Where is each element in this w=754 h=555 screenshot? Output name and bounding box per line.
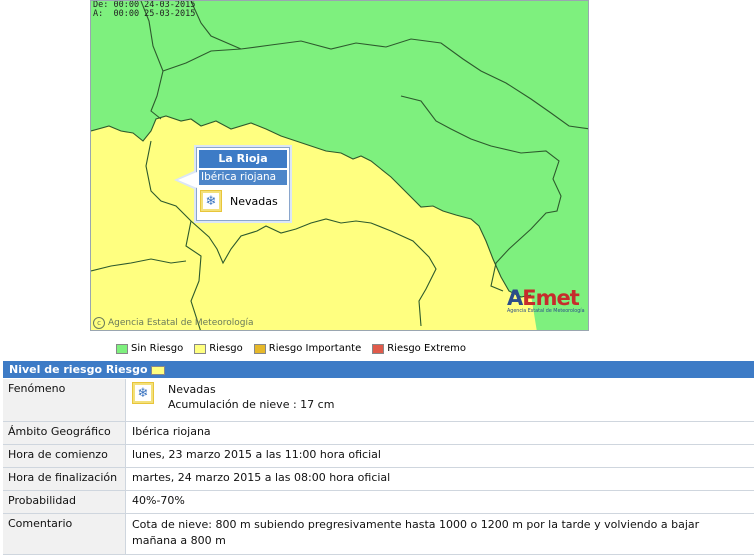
risk-level-swatch xyxy=(150,365,165,375)
legend-label: Sin Riesgo xyxy=(131,343,184,354)
risk-level-title: Nivel de riesgo Riesgo xyxy=(9,363,148,376)
popup-region-title: La Rioja xyxy=(199,150,287,168)
value-finalizacion: martes, 24 marzo 2015 a las 08:00 hora o… xyxy=(132,471,391,484)
label-ambito: Ámbito Geográfico xyxy=(3,422,126,444)
date-to: A: 00:00 25-03-2015 xyxy=(93,9,196,19)
phenomenon-detail: Acumulación de nieve : 17 cm xyxy=(168,398,335,411)
label-comienzo: Hora de comienzo xyxy=(3,445,126,467)
value-comienzo: lunes, 23 marzo 2015 a las 11:00 hora of… xyxy=(132,448,381,461)
value-fenomeno: ❄ Nevadas Acumulación de nieve : 17 cm xyxy=(126,379,754,421)
legend-swatch xyxy=(253,343,266,354)
legend-label: Riesgo Importante xyxy=(268,343,362,354)
logo-letters-emet: Emet xyxy=(522,286,580,310)
comment-line-2: mañana a 800 m xyxy=(132,534,226,547)
validity-dates: De: 00:00 24-03-2015 A: 00:00 25-03-2015 xyxy=(93,1,195,19)
value-ambito: Ibérica riojana xyxy=(132,425,211,438)
legend-item-riesgo: Riesgo xyxy=(194,343,243,354)
legend-item-sin-riesgo: Sin Riesgo xyxy=(116,343,183,354)
snowflake-icon: ❄ xyxy=(132,382,154,404)
table-row: Probabilidad 40%-70% xyxy=(3,491,754,514)
region-map-svg xyxy=(91,1,588,330)
legend-item-riesgo-importante: Riesgo Importante xyxy=(253,343,362,354)
credit-label: Agencia Estatal de Meteorología xyxy=(108,318,254,328)
table-row: Hora de comienzo lunes, 23 marzo 2015 a … xyxy=(3,445,754,468)
warning-details-table: Fenómeno ❄ Nevadas Acumulación de nieve … xyxy=(3,379,754,555)
map-credit: c Agencia Estatal de Meteorología xyxy=(93,317,254,329)
risk-level-header: Nivel de riesgo Riesgo xyxy=(3,361,754,378)
copyright-icon: c xyxy=(93,317,105,329)
label-probabilidad: Probabilidad xyxy=(3,491,126,513)
legend-label: Riesgo xyxy=(209,343,243,354)
table-row: Fenómeno ❄ Nevadas Acumulación de nieve … xyxy=(3,379,754,422)
value-comentario: Cota de nieve: 800 m subiendo pregresiva… xyxy=(126,514,754,554)
legend-swatch xyxy=(194,343,207,354)
popup-phenomenon: Nevadas xyxy=(230,194,278,208)
legend-label: Riesgo Extremo xyxy=(387,343,467,354)
popup-pointer-inner xyxy=(178,172,197,188)
legend-swatch xyxy=(372,343,385,354)
label-fenomeno: Fenómeno xyxy=(3,379,126,421)
table-row: Comentario Cota de nieve: 800 m subiendo… xyxy=(3,514,754,555)
label-finalizacion: Hora de finalización xyxy=(3,468,126,490)
legend-swatch xyxy=(116,343,128,354)
popup-zone-name: Ibérica riojana xyxy=(199,170,287,185)
label-comentario: Comentario xyxy=(3,514,126,554)
logo-subtitle: Agencia Estatal de Meteorología xyxy=(507,309,585,314)
snowflake-icon: ❄ xyxy=(200,190,222,212)
region-popup[interactable]: La Rioja Ibérica riojana ❄ Nevadas xyxy=(196,147,290,221)
aemet-logo: AEmet Agencia Estatal de Meteorología xyxy=(507,287,587,329)
table-row: Ámbito Geográfico Ibérica riojana xyxy=(3,422,754,445)
comment-line-1: Cota de nieve: 800 m subiendo pregresiva… xyxy=(132,518,700,531)
phenomenon-name: Nevadas xyxy=(168,383,216,396)
legend-item-riesgo-extremo: Riesgo Extremo xyxy=(372,343,466,354)
logo-letter-a: A xyxy=(507,286,523,310)
risk-legend: Sin Riesgo Riesgo Riesgo Importante Ries… xyxy=(116,343,466,354)
value-probabilidad: 40%-70% xyxy=(132,494,185,507)
table-row: Hora de finalización martes, 24 marzo 20… xyxy=(3,468,754,491)
warning-map[interactable]: De: 00:00 24-03-2015 A: 00:00 25-03-2015 … xyxy=(90,0,589,331)
